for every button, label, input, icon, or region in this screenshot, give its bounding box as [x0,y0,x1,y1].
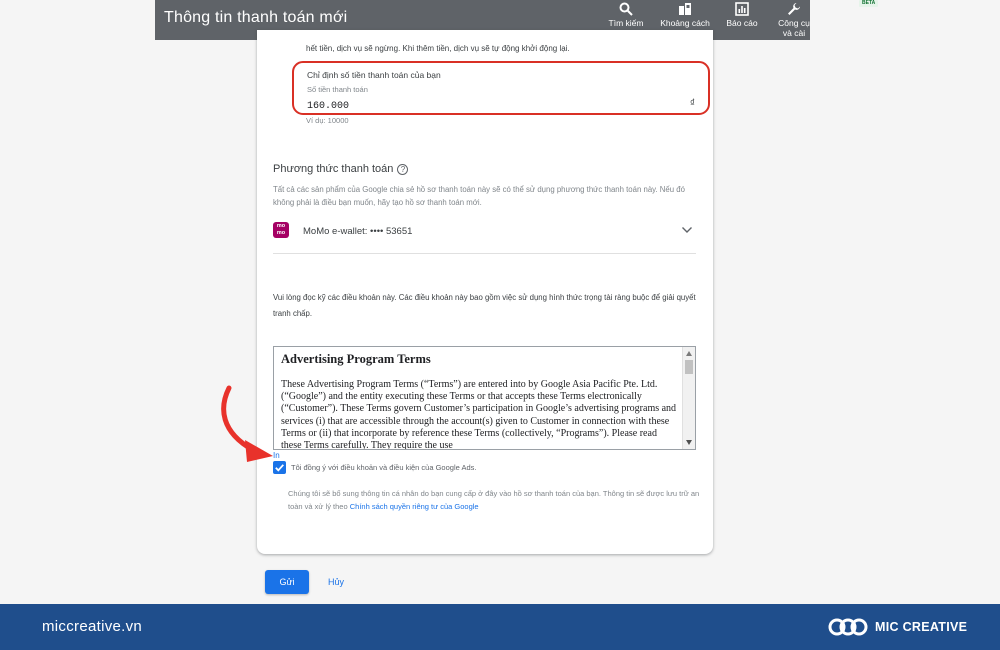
mic-creative-logo-icon [828,618,868,636]
terms-intro: Vui lòng đọc kỹ các điều khoản này. Các … [273,293,696,318]
beta-badge: BETA [859,0,879,7]
payment-method-name: MoMo e-wallet: •••• 53651 [303,226,413,237]
currency-symbol: ₫ [689,98,695,109]
terms-scroll-box[interactable]: Advertising Program Terms These Advertis… [273,346,696,450]
scroll-thumb[interactable] [685,360,693,374]
terms-scrollbar[interactable] [682,347,695,449]
terms-body: These Advertising Program Terms (“Terms”… [281,379,677,450]
momo-logo-icon: mo mo [273,222,289,238]
wrench-icon [788,3,800,15]
payment-method-description: Tất cả các sản phẩm của Google chia sẻ h… [273,185,685,207]
scroll-up-arrow-icon[interactable] [686,351,692,356]
terms-content: Advertising Program Terms These Advertis… [281,352,679,450]
search-tool-label: Tìm kiếm [608,18,644,28]
service-stop-note: hết tiền, dịch vụ sẽ ngừng. Khi thêm tiề… [306,44,570,53]
reports-tool-button[interactable]: Báo cáo [712,2,772,28]
reports-tool-label: Báo cáo [726,18,758,28]
payment-method-select[interactable]: mo mo MoMo e-wallet: •••• 53651 [273,218,696,254]
privacy-notice: Chúng tôi sẽ bổ sung thông tin cá nhân d… [288,487,700,513]
footer-brand: MIC CREATIVE [875,620,968,634]
help-icon[interactable]: ? [397,164,409,175]
reports-icon [735,2,749,16]
amount-highlight-box: Chỉ định số tiền thanh toán của bạn Số t… [292,61,710,115]
red-arrow-annotation-icon [221,385,273,462]
search-tool-button[interactable]: Tìm kiếm [596,2,656,28]
chevron-down-icon [682,227,692,233]
submit-button[interactable]: Gửi [265,570,309,594]
amount-input[interactable] [307,98,699,114]
payment-card: hết tiền, dịch vụ sẽ ngừng. Khi thêm tiề… [257,30,713,554]
scroll-down-arrow-icon[interactable] [686,440,692,445]
distance-tool-label: Khoảng cách [660,18,710,28]
footer-banner: miccreative.vn MIC CREATIVE [0,604,1000,650]
amount-example: Ví dụ: 10000 [306,116,349,125]
tools-settings-button[interactable]: Công cụ và cài [764,2,824,38]
distance-icon [679,3,691,15]
page-title: Thông tin thanh toán mới [164,9,348,26]
agree-text: Tôi đồng ý với điều khoản và điều kiện c… [291,463,477,472]
terms-heading: Advertising Program Terms [281,352,431,366]
amount-label: Chỉ định số tiền thanh toán của bạn [307,70,441,80]
payment-method-title-text: Phương thức thanh toán [273,163,394,175]
distance-tool-button[interactable]: Khoảng cách [655,2,715,28]
footer-site: miccreative.vn [42,618,143,635]
cancel-button[interactable]: Hủy [316,570,356,594]
tools-settings-label: Công cụ và cài [778,18,810,38]
payment-method-title: Phương thức thanh toán? [273,163,409,175]
search-icon [619,2,633,16]
privacy-policy-link[interactable]: Chính sách quyền riêng tư của Google [350,502,479,511]
amount-field-label: Số tiền thanh toán [307,85,368,94]
